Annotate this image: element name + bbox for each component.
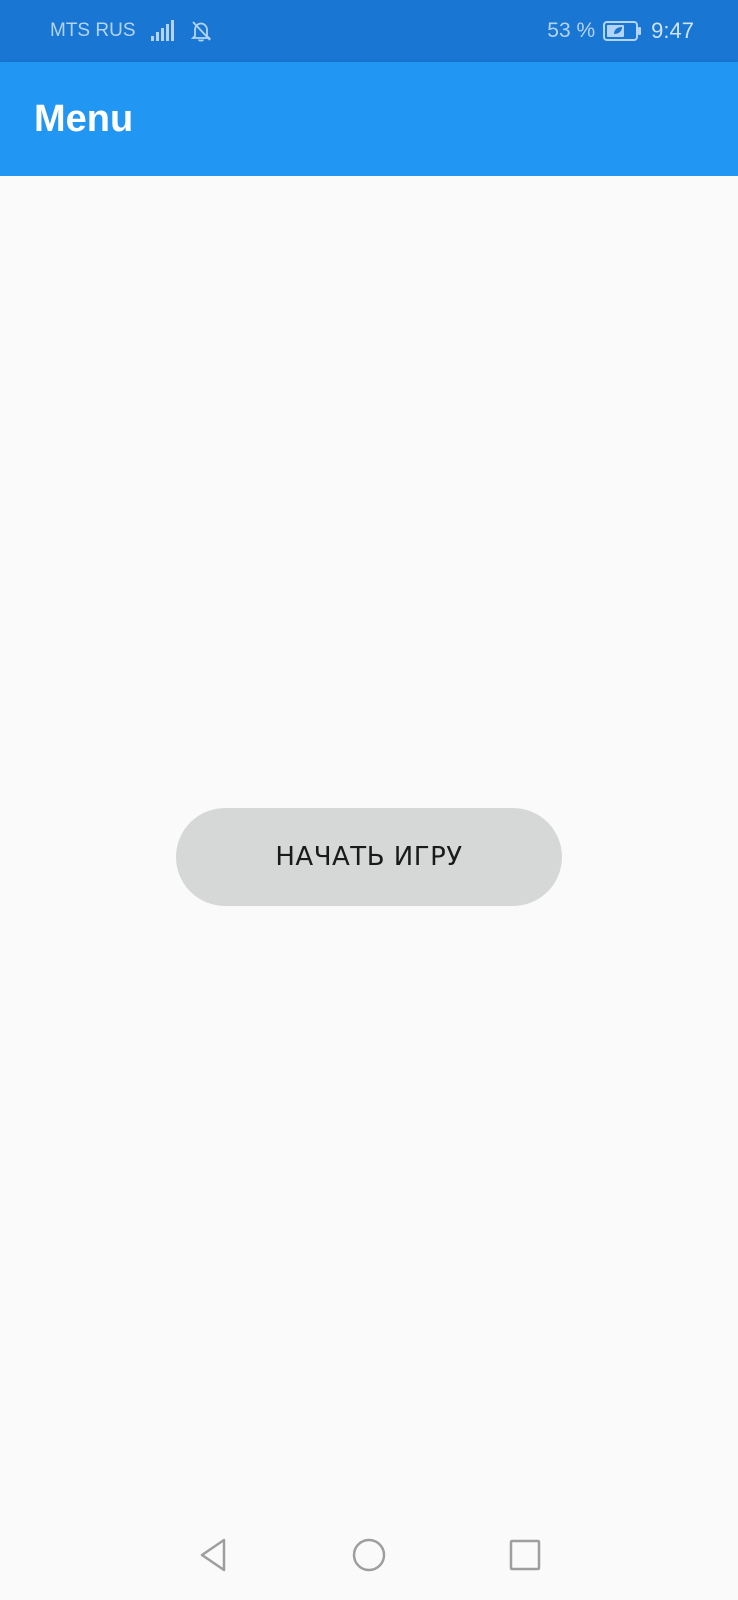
page-title: Menu [34, 97, 134, 140]
recents-button[interactable] [500, 1530, 550, 1580]
signal-icon [150, 20, 176, 42]
status-right: 53 % 9:47 [547, 0, 694, 62]
home-button[interactable] [344, 1530, 394, 1580]
main-content: НАЧАТЬ ИГРУ [0, 176, 738, 1510]
battery-percentage: 53 % [547, 19, 596, 42]
status-left: MTS RUS [50, 0, 212, 62]
recents-icon [508, 1538, 542, 1572]
start-game-button[interactable]: НАЧАТЬ ИГРУ [176, 808, 562, 906]
navigation-bar [0, 1510, 738, 1600]
carrier-name: MTS RUS [50, 20, 136, 41]
app-bar: Menu [0, 62, 738, 176]
back-icon [196, 1537, 230, 1573]
status-bar: MTS RUS 53 % 9:47 [0, 0, 738, 62]
back-button[interactable] [188, 1530, 238, 1580]
bell-off-icon [190, 20, 212, 42]
home-icon [351, 1537, 387, 1573]
battery-saver-icon [603, 20, 643, 42]
clock: 9:47 [651, 18, 694, 43]
